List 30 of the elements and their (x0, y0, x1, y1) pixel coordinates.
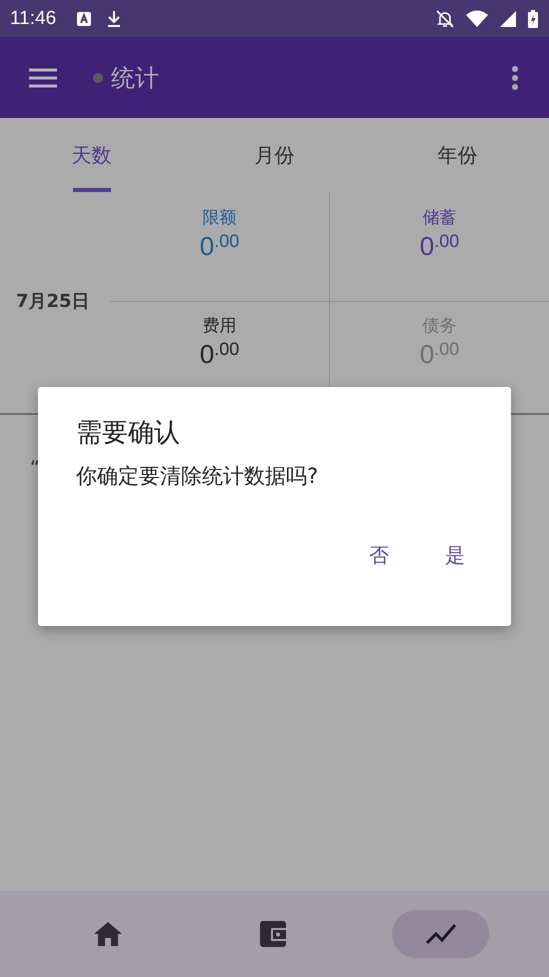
stat-value: 0$^{.00}$ (200, 231, 240, 262)
chart-nav-button[interactable] (392, 910, 490, 958)
download-icon (106, 10, 122, 28)
app-title: 统计 (111, 62, 159, 94)
stat-value: 0$^{.00}$ (420, 339, 460, 370)
wifi-icon (465, 10, 489, 28)
home-icon (93, 921, 124, 947)
text-fragment: “ (30, 456, 40, 481)
tab[interactable]: 年份 (366, 118, 549, 192)
battery-icon (527, 8, 539, 28)
more-options-icon[interactable] (511, 66, 519, 90)
stat-label: 债务 (422, 315, 456, 337)
bell-off-icon (435, 8, 455, 28)
status-dot-icon (93, 72, 103, 82)
stat-value: 0$^{.00}$ (200, 339, 240, 370)
dialog-message: 你确定要清除统计数据吗? (76, 463, 320, 490)
stat-label: 限额 (202, 207, 236, 229)
stat-label: 费用 (202, 315, 236, 337)
dialog-button[interactable]: 否 (351, 534, 407, 577)
trend-chart-icon (426, 923, 456, 945)
signal-icon (499, 10, 517, 28)
tab[interactable]: 月份 (183, 118, 366, 192)
dialog-title: 需要确认 (76, 417, 181, 450)
date-label: 7月25日 (16, 290, 90, 313)
stat-value: 0$^{.00}$ (420, 231, 460, 262)
dialog-button[interactable]: 是 (427, 534, 483, 577)
status-time: 11:46 (10, 8, 56, 30)
keyboard-app-icon (76, 10, 92, 26)
menu-icon[interactable] (28, 66, 58, 88)
stat-label: 储蓄 (422, 207, 456, 229)
